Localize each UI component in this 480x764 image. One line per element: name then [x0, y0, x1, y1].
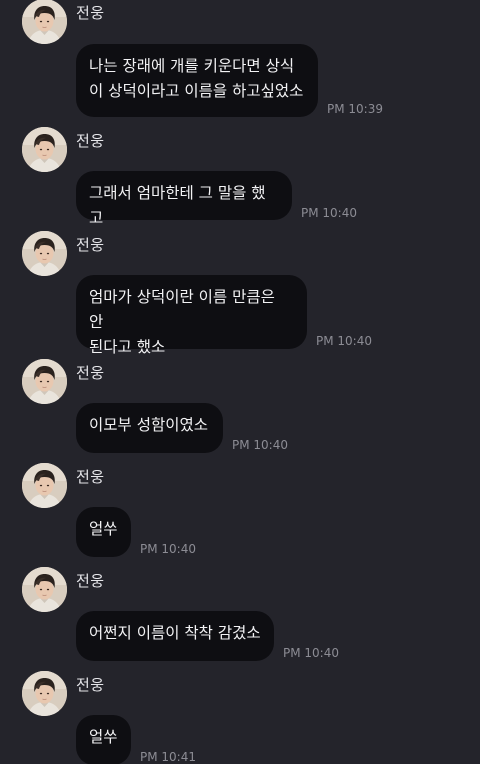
- sender-name: 전웅: [76, 676, 105, 694]
- message-time: PM 10:41: [140, 750, 196, 764]
- message-time: PM 10:40: [140, 542, 196, 556]
- avatar[interactable]: [22, 359, 67, 404]
- avatar[interactable]: [22, 127, 67, 172]
- message-bubble[interactable]: 이모부 성함이였소: [76, 403, 223, 453]
- message-bubble[interactable]: 나는 장래에 개를 키운다면 상식 이 상덕이라고 이름을 하고싶었소: [76, 44, 318, 117]
- sender-name: 전웅: [76, 132, 105, 150]
- message-bubble[interactable]: 엄마가 상덕이란 이름 만큼은 안 된다고 했소: [76, 275, 307, 356]
- sender-name: 전웅: [76, 468, 105, 486]
- sender-name: 전웅: [76, 236, 105, 254]
- message-time: PM 10:40: [316, 334, 372, 348]
- sender-name: 전웅: [76, 364, 105, 382]
- message-time: PM 10:40: [283, 646, 339, 660]
- message-time: PM 10:40: [301, 206, 357, 220]
- avatar[interactable]: [22, 671, 67, 716]
- message-time: PM 10:39: [327, 102, 383, 116]
- avatar[interactable]: [22, 231, 67, 276]
- chat-thread: 전웅 나는 장래에 개를 키운다면 상식 이 상덕이라고 이름을 하고싶었소 P…: [0, 0, 480, 764]
- message-bubble[interactable]: 얼쑤: [76, 715, 131, 764]
- message-bubble[interactable]: 얼쑤: [76, 507, 131, 557]
- message-time: PM 10:40: [232, 438, 288, 452]
- sender-name: 전웅: [76, 4, 105, 22]
- avatar[interactable]: [22, 567, 67, 612]
- message-bubble[interactable]: 그래서 엄마한테 그 말을 했고: [76, 171, 292, 227]
- avatar[interactable]: [22, 0, 67, 44]
- sender-name: 전웅: [76, 572, 105, 590]
- avatar[interactable]: [22, 463, 67, 508]
- message-bubble[interactable]: 어쩐지 이름이 착착 감겼소: [76, 611, 274, 661]
